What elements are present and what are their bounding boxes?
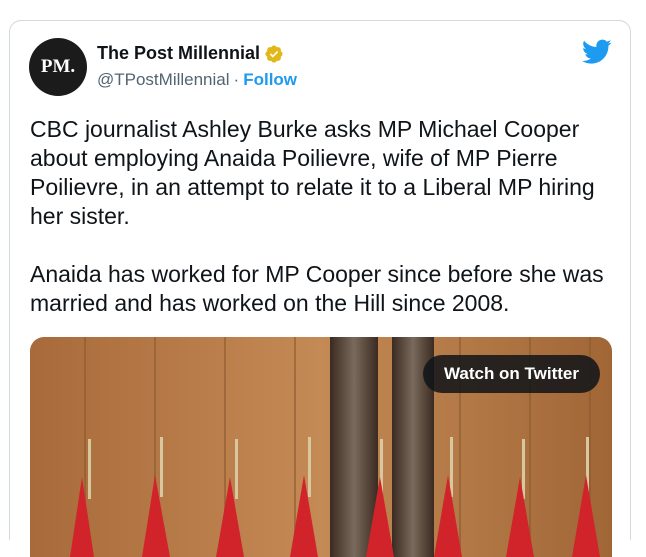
author-name-row[interactable]: The Post Millennial [97,43,284,64]
twitter-bird-icon[interactable] [582,39,612,65]
author-handle-row: @TPostMillennial · Follow [97,70,297,90]
author-handle[interactable]: @TPostMillennial [97,70,230,89]
tweet-text: CBC journalist Ashley Burke asks MP Mich… [30,116,604,316]
tweet-video[interactable]: Watch on Twitter [30,337,612,557]
separator-dot: · [233,70,240,89]
follow-link[interactable]: Follow [243,70,297,89]
verified-badge-icon [265,44,283,63]
avatar-logo-text: PM. [40,56,76,77]
author-name[interactable]: The Post Millennial [97,43,260,64]
watch-on-twitter-button[interactable]: Watch on Twitter [422,355,600,393]
author-avatar[interactable]: PM. [29,38,87,96]
tweet-card: PM. The Post Millennial @TPostMillennial… [9,20,631,557]
